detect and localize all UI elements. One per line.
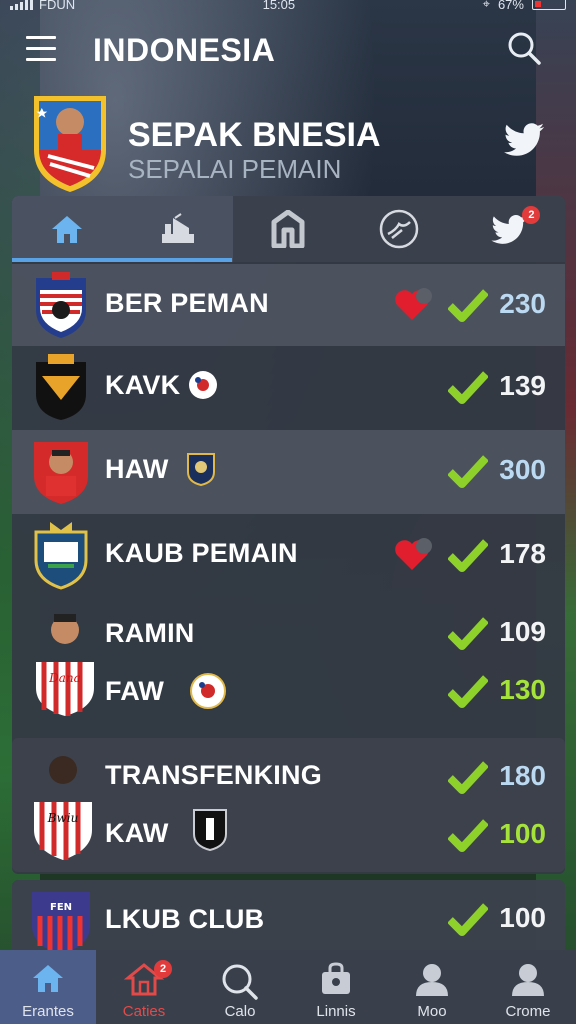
status-time: 15:05 — [262, 0, 296, 12]
nav-label: Linnis — [316, 1003, 356, 1020]
row-label: LKUB CLUB — [105, 904, 265, 934]
heart-icon[interactable] — [394, 286, 434, 322]
whistle-icon — [379, 209, 419, 249]
user-icon — [416, 964, 448, 996]
profile-icon — [512, 964, 544, 996]
nav-label: Caties — [122, 1003, 166, 1020]
status-bar: FDUN 15:05 ⌖ 67% — [0, 0, 576, 14]
row-count: 100 — [499, 818, 546, 849]
club-crest-icon: FEN — [32, 892, 90, 954]
player-avatar-icon: Bwiu — [34, 756, 92, 860]
row-label: BER PEMAN — [105, 288, 269, 318]
nav-item-caties[interactable]: 2 Caties — [96, 950, 192, 1024]
nav-item-erantes[interactable]: Erantes — [0, 950, 96, 1024]
tab-bar: 2 — [12, 196, 565, 262]
team-header: SEPAK BNESIA SEPALAI PEMAIN — [0, 86, 576, 196]
nav-item-moo[interactable]: Moo — [384, 950, 480, 1024]
svg-text:Bwiu: Bwiu — [47, 811, 79, 825]
club-crest-icon — [36, 354, 86, 420]
row-label: KAW — [105, 818, 169, 848]
search-icon — [222, 964, 258, 1000]
nav-label: Crome — [505, 1003, 551, 1020]
app-bar: INDONESIA — [0, 22, 576, 78]
row-label: TRANSFENKING — [105, 760, 322, 790]
club-crest-icon — [36, 272, 86, 338]
list-item[interactable]: BER PEMAN 230 — [12, 264, 565, 346]
row-count: 178 — [499, 538, 546, 569]
player-avatar-icon: Dana — [36, 614, 94, 716]
row-count: 300 — [499, 454, 546, 485]
ball-badge-icon — [189, 371, 217, 399]
team-subtitle: SEPALAI PEMAIN — [128, 154, 342, 184]
stadium-icon — [161, 213, 194, 243]
list-item[interactable]: HAW 300 — [12, 430, 565, 514]
club-card[interactable]: FEN LKUB CLUB 100 — [12, 880, 565, 954]
notification-badge: 2 — [522, 206, 541, 224]
battery-icon — [531, 0, 566, 10]
row-label: RAMIN — [105, 618, 195, 648]
nav-item-linnis[interactable]: Linnis — [288, 950, 384, 1024]
shield-badge-icon — [193, 809, 227, 852]
list-item[interactable]: KAUB PEMAIN 178 — [12, 514, 565, 598]
nav-label: Moo — [417, 1003, 447, 1020]
nav-label: Erantes — [22, 1003, 74, 1020]
list-item[interactable]: Dana RAMIN 109 FAW 130 — [12, 598, 565, 732]
row-label: KAVK — [105, 370, 181, 400]
bag-icon — [322, 962, 350, 994]
heart-icon[interactable] — [394, 536, 434, 572]
row-count: 109 — [499, 616, 546, 647]
signal-icon — [10, 0, 33, 10]
row-label: KAUB PEMAIN — [105, 538, 298, 568]
team-name: SEPAK BNESIA — [128, 116, 381, 154]
ball-badge-icon — [190, 673, 226, 709]
tab-whistle[interactable] — [344, 196, 455, 262]
nav-item-crome[interactable]: Crome — [480, 950, 576, 1024]
row-count: 130 — [499, 674, 546, 705]
bottom-nav: Erantes 2 Caties Calo Linnis Moo Crome — [0, 950, 576, 1024]
twitter-icon[interactable] — [504, 122, 546, 156]
tab-transfer[interactable] — [233, 196, 344, 262]
carrier-text: FDUN — [39, 0, 76, 12]
transfer-card[interactable]: Bwiu TRANSFENKING 180 KAW 100 — [12, 738, 565, 872]
row-count: 100 — [499, 902, 546, 933]
row-count: 180 — [499, 760, 546, 791]
search-icon[interactable] — [506, 30, 542, 66]
tab-stadium[interactable] — [122, 196, 234, 262]
row-label: FAW — [105, 676, 165, 706]
home-icon — [52, 216, 83, 243]
list-item[interactable]: KAVK 139 — [12, 346, 565, 430]
page-title: INDONESIA — [93, 32, 276, 68]
tab-home[interactable] — [12, 196, 123, 262]
svg-text:FEN: FEN — [50, 902, 72, 913]
club-crest-icon — [34, 522, 88, 590]
active-tab-indicator — [12, 258, 232, 262]
row-count: 139 — [499, 370, 546, 401]
battery-text: 67% — [497, 0, 524, 12]
svg-text:Dana: Dana — [48, 671, 81, 685]
location-icon: ⌖ — [482, 0, 490, 11]
row-count: 230 — [499, 288, 546, 319]
nav-label: Calo — [224, 1003, 256, 1020]
tab-twitter[interactable]: 2 — [454, 196, 565, 262]
menu-icon[interactable] — [26, 36, 56, 62]
nav-item-calo[interactable]: Calo — [192, 950, 288, 1024]
row-label: HAW — [105, 454, 169, 484]
notification-badge: 2 — [154, 960, 172, 978]
team-crest-icon[interactable] — [28, 90, 112, 194]
shield-badge-icon — [187, 453, 215, 486]
home-icon — [33, 965, 63, 992]
player-avatar-icon — [34, 442, 88, 504]
transfer-icon — [271, 210, 305, 248]
